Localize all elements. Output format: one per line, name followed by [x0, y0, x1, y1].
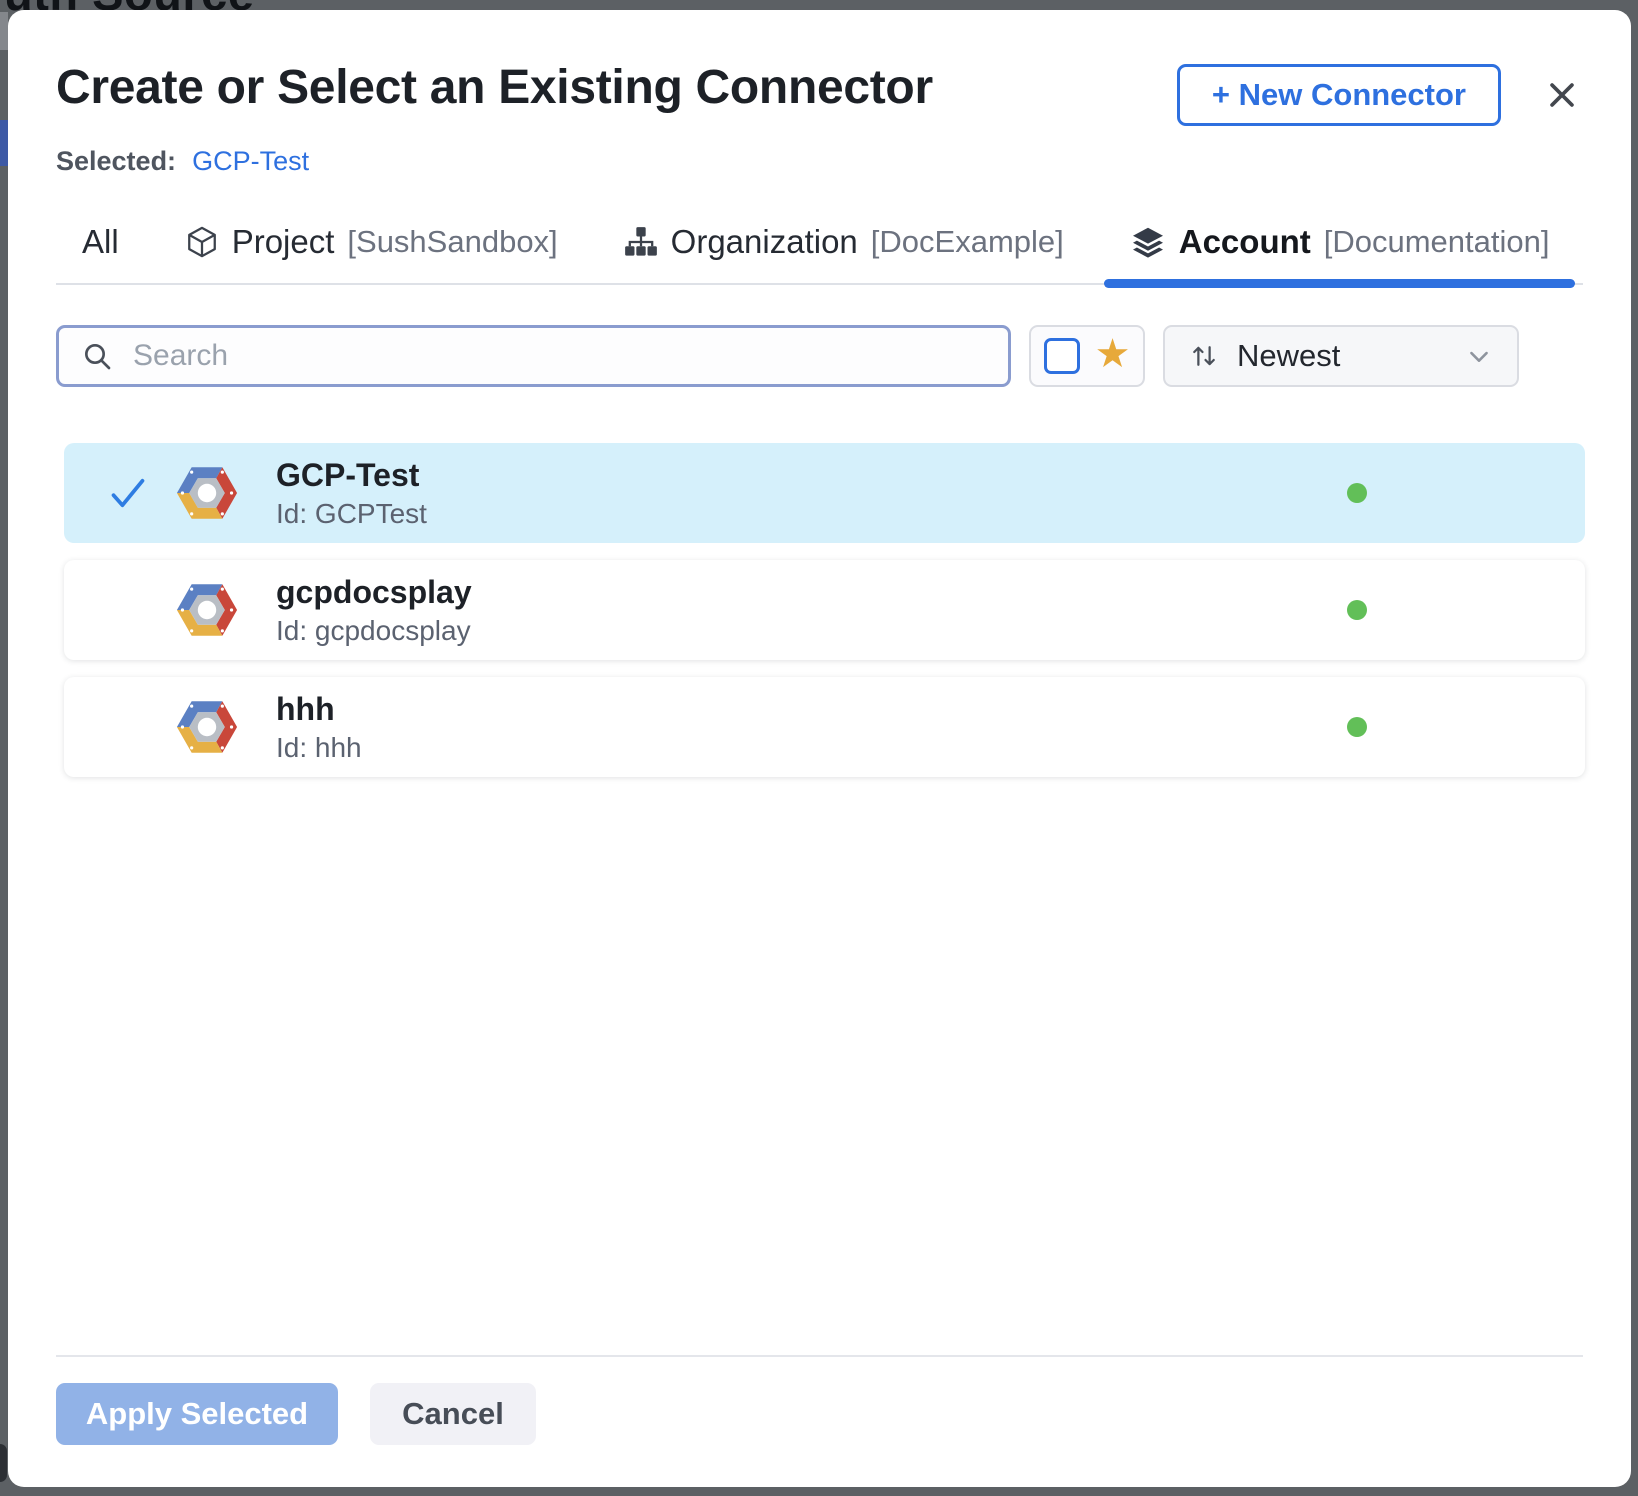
selected-check-icon	[108, 590, 148, 630]
connector-id: Id: hhh	[276, 732, 362, 764]
tab-account[interactable]: Account [Documentation]	[1104, 207, 1576, 283]
background-edge-fragment	[0, 120, 8, 166]
background-edge-fragment	[0, 12, 8, 50]
tab-label: All	[82, 223, 119, 261]
connector-name: hhh	[276, 690, 362, 728]
tab-organization[interactable]: Organization [DocExample]	[598, 207, 1090, 283]
tab-label: Account	[1179, 223, 1311, 261]
favorites-filter[interactable]: ★	[1029, 325, 1145, 387]
status-dot	[1347, 717, 1367, 737]
selected-check-icon	[108, 707, 148, 747]
gcp-connector-icon	[176, 700, 238, 754]
tab-all[interactable]: All	[56, 207, 145, 283]
selected-connector-link[interactable]: GCP-Test	[192, 146, 309, 177]
chevron-down-icon	[1465, 342, 1493, 370]
close-button[interactable]	[1541, 74, 1583, 116]
connector-list-item[interactable]: hhh Id: hhh	[64, 677, 1585, 777]
tab-scope: [DocExample]	[871, 224, 1064, 260]
connector-id: Id: GCPTest	[276, 498, 427, 530]
sort-dropdown[interactable]: Newest	[1163, 325, 1519, 387]
scope-tabbar: All Project [SushSandbox] Organization […	[56, 207, 1583, 285]
star-icon: ★	[1095, 334, 1131, 374]
connector-list-item[interactable]: GCP-Test Id: GCPTest	[64, 443, 1585, 543]
selected-connector-line: Selected: GCP-Test	[56, 146, 1583, 177]
modal-title: Create or Select an Existing Connector	[56, 62, 933, 115]
tab-label: Organization	[671, 223, 858, 261]
connector-select-modal: Create or Select an Existing Connector +…	[8, 10, 1631, 1487]
status-dot	[1347, 600, 1367, 620]
connector-name: GCP-Test	[276, 456, 427, 494]
cancel-button[interactable]: Cancel	[370, 1383, 536, 1445]
new-connector-button[interactable]: + New Connector	[1177, 64, 1501, 126]
search-box	[56, 325, 1011, 387]
tab-project[interactable]: Project [SushSandbox]	[159, 207, 584, 283]
cube-icon	[185, 225, 219, 259]
layers-icon	[1130, 224, 1166, 260]
selected-label: Selected:	[56, 146, 176, 177]
connector-name: gcpdocsplay	[276, 573, 472, 611]
tab-label: Project	[232, 223, 335, 261]
sort-value: Newest	[1237, 338, 1340, 374]
tab-scope: [SushSandbox]	[347, 224, 557, 260]
gcp-connector-icon	[176, 583, 238, 637]
list-controls: ★ Newest	[56, 325, 1583, 387]
close-icon	[1545, 78, 1579, 112]
status-dot	[1347, 483, 1367, 503]
sort-arrows-icon	[1189, 341, 1219, 371]
connector-list: GCP-Test Id: GCPTest gcpdocsp	[64, 443, 1585, 777]
search-icon	[81, 340, 113, 372]
gcp-connector-icon	[176, 466, 238, 520]
background-edge-fragment	[0, 1444, 7, 1482]
connector-list-item[interactable]: gcpdocsplay Id: gcpdocsplay	[64, 560, 1585, 660]
org-chart-icon	[624, 225, 658, 259]
selected-check-icon	[108, 473, 148, 513]
apply-selected-button[interactable]: Apply Selected	[56, 1383, 338, 1445]
connector-id: Id: gcpdocsplay	[276, 615, 472, 647]
modal-footer: Apply Selected Cancel	[56, 1355, 1583, 1445]
favorites-checkbox[interactable]	[1044, 338, 1080, 374]
tab-scope: [Documentation]	[1324, 224, 1550, 260]
search-input[interactable]	[131, 338, 986, 374]
modal-header: Create or Select an Existing Connector +…	[56, 62, 1583, 126]
